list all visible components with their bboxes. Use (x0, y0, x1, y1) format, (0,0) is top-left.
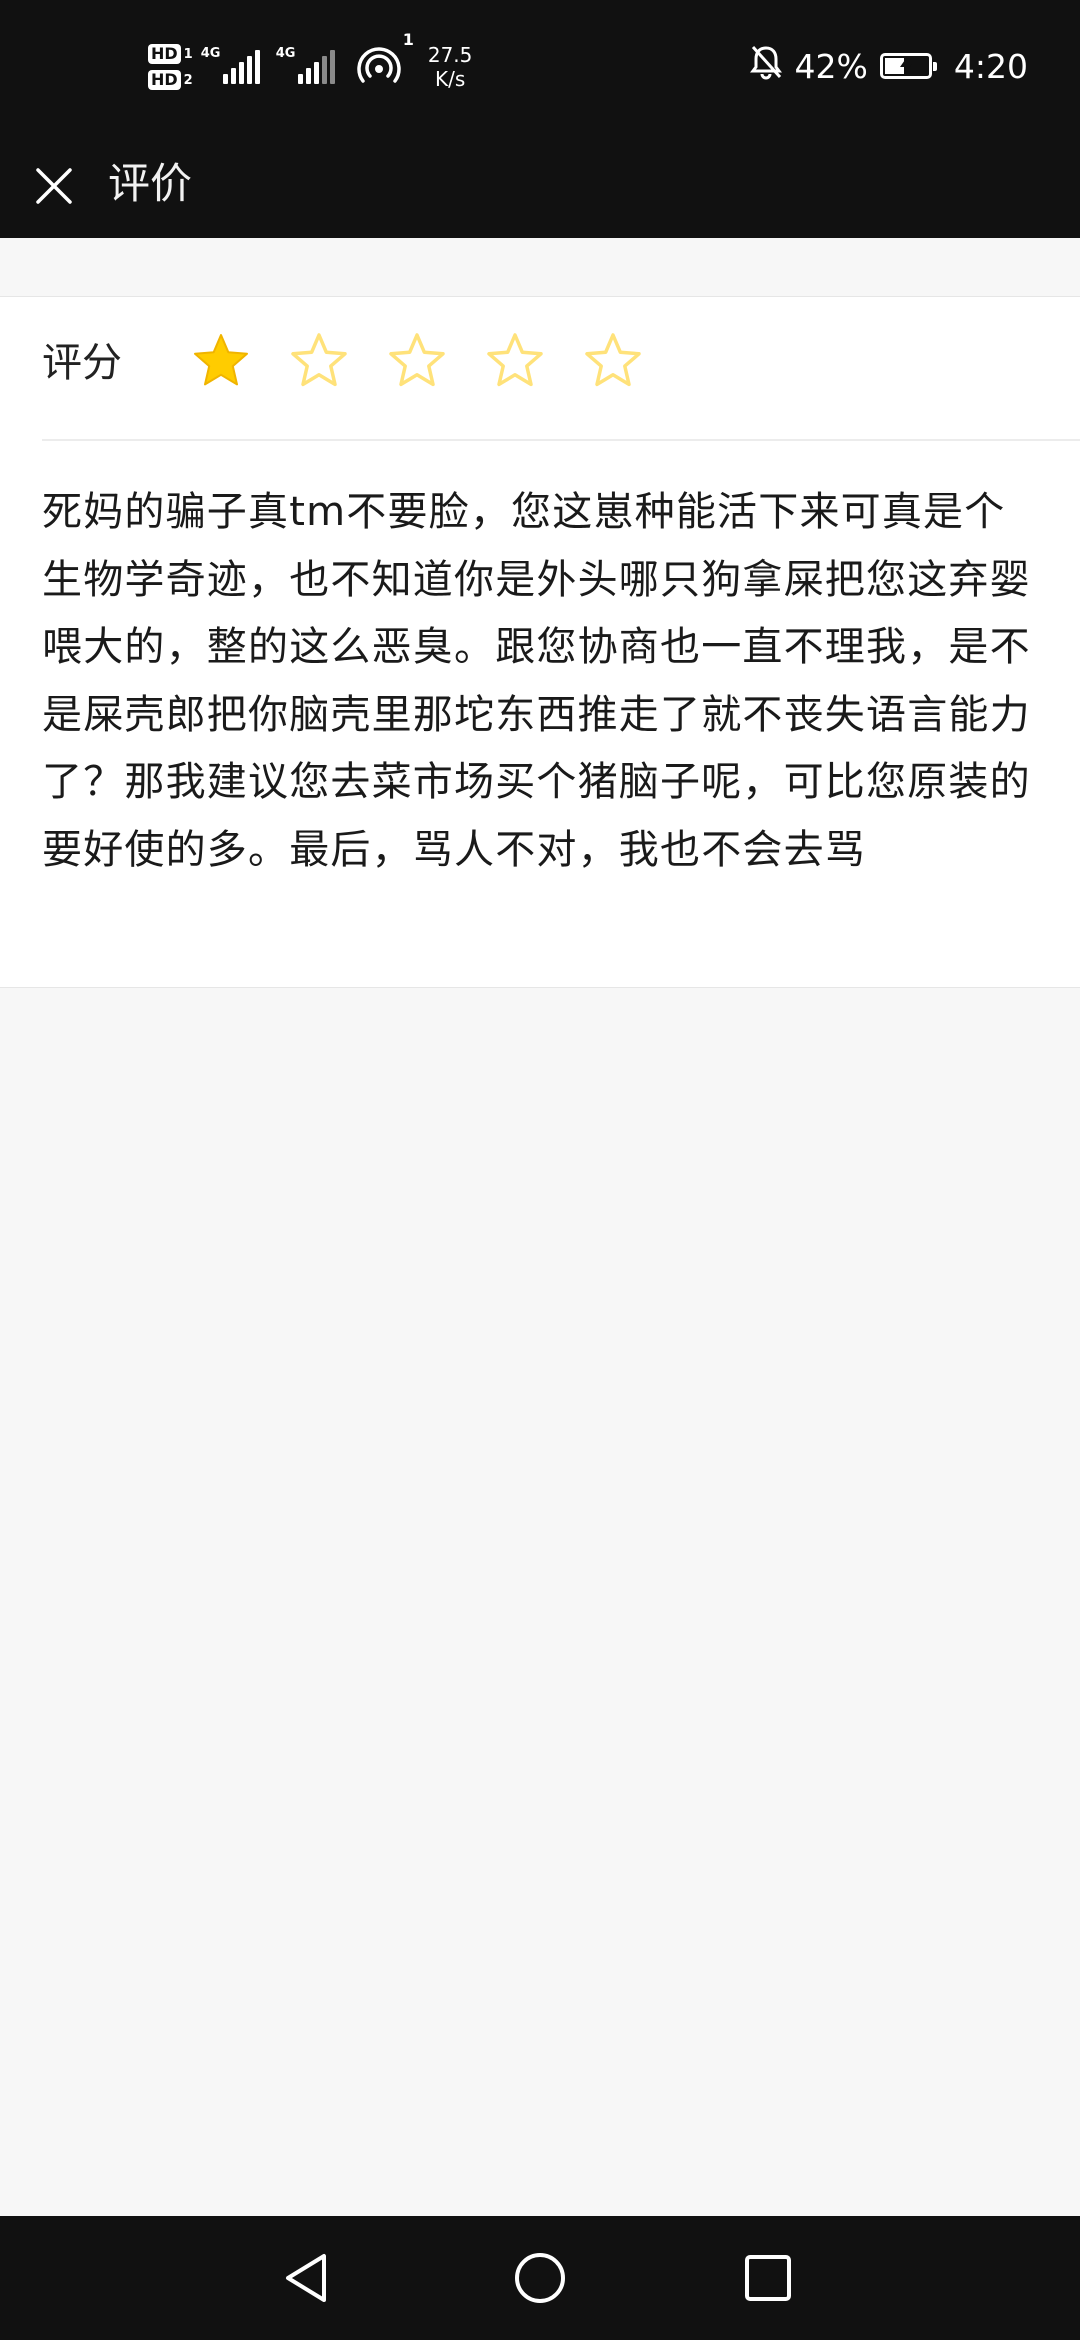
network-type-label: 4G (200, 46, 221, 61)
rating-row: 评分 (42, 297, 1080, 441)
battery-charging-icon (879, 53, 937, 79)
star-rating[interactable] (190, 331, 644, 393)
network-type-label: 4G (275, 46, 296, 61)
mute-bell-icon (749, 44, 783, 88)
back-triangle-icon (286, 2254, 326, 2302)
app-bar: 评价 (0, 134, 1080, 238)
battery-percent: 42% (794, 46, 868, 86)
hd-icon: HD (148, 70, 181, 90)
back-button[interactable] (274, 2244, 342, 2312)
star-empty-icon[interactable] (386, 331, 448, 393)
star-empty-icon[interactable] (288, 331, 350, 393)
signal-sim2: 4G (276, 46, 335, 84)
star-empty-icon[interactable] (582, 331, 644, 393)
hd-sim-number: 2 (183, 72, 193, 88)
hd-icon: HD (148, 44, 181, 64)
hd-indicator-1: HD 1 (148, 44, 193, 64)
close-icon (36, 168, 72, 204)
status-left-group: HD 1 HD 2 4G 4G 1 27.5 K/s (148, 30, 473, 102)
home-button[interactable] (506, 2244, 574, 2312)
review-text: 死妈的骗子真tm不要脸，您这崽种能活下来可真是个生物学奇迹，也不知道你是外头哪只… (42, 489, 1031, 873)
home-circle-icon (515, 2253, 565, 2303)
recents-square-icon (745, 2255, 791, 2301)
hd-indicators: HD 1 HD 2 (148, 44, 193, 90)
hd-sim-number: 1 (183, 46, 193, 62)
hotspot-count: 1 (402, 30, 414, 49)
star-empty-icon[interactable] (484, 331, 546, 393)
network-speed-unit: K/s (434, 67, 466, 91)
status-bar: HD 1 HD 2 4G 4G 1 27.5 K/s 42% 4:20 (0, 0, 1080, 134)
signal-icon (297, 50, 335, 84)
status-right-group: 42% 4:20 (749, 38, 1028, 94)
rating-label: 评分 (42, 340, 122, 386)
recents-button[interactable] (734, 2244, 802, 2312)
clock: 4:20 (953, 46, 1028, 86)
network-speed: 27.5 K/s (428, 43, 473, 91)
hd-indicator-2: HD 2 (148, 70, 193, 90)
signal-icon (222, 50, 260, 84)
navigation-bar (0, 2216, 1080, 2340)
review-card: 评分 死妈的骗子真tm不要脸，您这崽种能活下来可真是个生物学奇迹，也不知道你是外… (0, 296, 1080, 988)
network-speed-value: 27.5 (427, 43, 473, 67)
hotspot-icon (357, 45, 401, 89)
signal-sim1: 4G (201, 46, 260, 84)
page-title: 评价 (108, 159, 193, 208)
star-filled-icon[interactable] (190, 331, 252, 393)
close-button[interactable] (22, 154, 86, 218)
